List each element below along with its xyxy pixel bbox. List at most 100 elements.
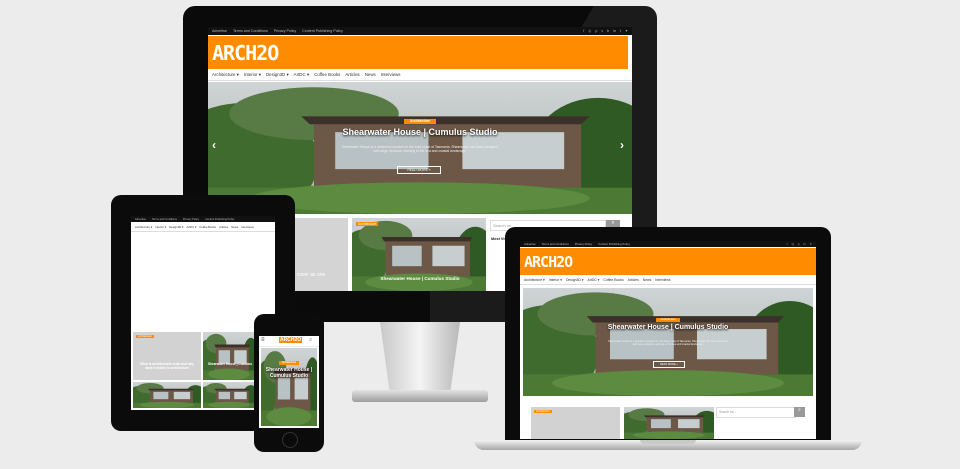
social-icons: f ◎ p v b in t ✦ [583,29,628,33]
tablet-nav: Architecture ▾ Interior ▾ Design3D ▾ Art… [131,223,275,232]
nav-architecture[interactable]: Architecture ▾ [212,72,239,78]
laptop-search-input[interactable]: Search for... [716,407,796,418]
tablet-nav-articles[interactable]: Articles [219,225,228,229]
nav-artdc[interactable]: ArtDC ▾ [294,72,309,78]
hero-read-more-button[interactable]: READ MORE » [397,166,441,174]
behance-icon[interactable]: b [607,29,609,33]
tablet-post-card-3[interactable] [133,382,201,408]
phone-site-logo[interactable]: ARCH2O [279,337,303,343]
tablet-nav-news[interactable]: News [231,225,238,229]
linkedin-icon[interactable]: in [613,29,616,33]
post-card-second-title[interactable]: Shearwater House | Cumulus Studio [370,276,470,281]
nav-news[interactable]: News [365,72,376,77]
nav-interior[interactable]: Interior ▾ [244,72,261,78]
nav-articles[interactable]: Articles [345,72,359,77]
laptop-nav-design3d[interactable]: Design3D ▾ [566,278,584,282]
laptop-search-button[interactable]: ⌕ [794,407,805,417]
laptop-social-icons: f ◎ p in ✦ [787,242,812,246]
laptop-topbar-link-advertise[interactable]: Advertise [524,242,536,246]
laptop-post-card-2[interactable] [624,407,714,439]
phone-hero-category-badge[interactable]: Architecture [279,361,299,365]
laptop-nav-architecture[interactable]: Architecture ▾ [524,278,545,282]
laptop-nav-artdc[interactable]: ArtDC ▾ [588,278,600,282]
nav-interviews[interactable]: Interviews [381,72,401,77]
top-bar: Advertise Terms and Conditions Privacy P… [208,27,632,35]
laptop-nav-coffee-books[interactable]: Coffee Books [603,278,623,282]
laptop-nav-news[interactable]: News [643,278,651,282]
hamburger-menu-icon[interactable]: ≡ [261,337,265,343]
laptop-post-card-2-image [624,407,714,439]
tablet-post-card-2[interactable]: Shearwater House | Cumulus [203,332,255,380]
laptop-instagram-icon[interactable]: ◎ [791,242,793,246]
post-card-second[interactable]: Architecture Shearwater House | Cumulus … [352,218,486,291]
laptop-hero-slider[interactable]: Architecture Shearwater House | Cumulus … [523,288,813,396]
phone-hero-image [261,348,317,426]
hero-title[interactable]: Shearwater House | Cumulus Studio [318,127,522,137]
topbar-link-advertise[interactable]: Advertise [212,29,227,33]
laptop-nav: Architecture ▾ Interior ▾ Design3D ▾ Art… [520,275,816,285]
laptop-nav-articles[interactable]: Articles [628,278,639,282]
main-nav: Architecture ▾ Interior ▾ Design3D ▾ Art… [208,69,632,81]
tumblr-icon[interactable]: t [620,29,621,33]
tablet-nav-artdc[interactable]: ArtDC ▾ [186,225,196,229]
laptop-linkedin-icon[interactable]: in [803,242,805,246]
slider-prev-arrow[interactable]: ‹ [212,138,216,152]
laptop-hero-category-badge[interactable]: Architecture [656,318,680,322]
tablet-topbar-link-privacy[interactable]: Privacy Policy [183,218,199,221]
laptop-notch [640,440,696,444]
desktop-monitor-stand [380,322,460,394]
tablet-post-card-1-title[interactable]: What is architectural scale and why does… [137,362,197,370]
tablet-post-card-1-category[interactable]: Architecture [136,335,154,338]
vimeo-icon[interactable]: v [601,29,603,33]
tablet-post-card-2-image [203,332,255,380]
phone-screen: ≡ ARCH2O ⌕ Architecture Shearwater House… [259,336,319,428]
laptop-topbar-link-privacy[interactable]: Privacy Policy [575,242,592,246]
post-card-second-category[interactable]: Architecture [356,222,379,226]
laptop-post-card-1[interactable]: Architecture [531,407,620,439]
laptop-site-logo[interactable]: ARCH2O [520,248,816,275]
laptop-nav-interviews[interactable]: Interviews [655,278,670,282]
tablet-post-card-1[interactable]: Architecture What is architectural scale… [133,332,201,380]
laptop-topbar-link-terms[interactable]: Terms and Conditions [542,242,569,246]
tablet-topbar-link-advertise[interactable]: Advertise [135,218,146,221]
twitter-icon[interactable]: ✦ [625,29,628,33]
pinterest-icon[interactable]: p [595,29,597,33]
nav-design3d[interactable]: Design3D ▾ [266,72,289,78]
nav-coffee-books[interactable]: Coffee Books [314,72,340,77]
laptop-hero-excerpt: Shearwater House is a residence located … [608,340,728,347]
phone-hero[interactable]: Architecture Shearwater House | Cumulus … [261,348,317,426]
tablet-post-card-2-title[interactable]: Shearwater House | Cumulus [205,362,255,366]
tablet-top-bar: Advertise Terms and Conditions Privacy P… [131,216,275,222]
laptop-top-bar: Advertise Terms and Conditions Privacy P… [520,241,816,247]
laptop-twitter-icon[interactable]: ✦ [810,242,812,246]
hero-category-badge[interactable]: Architecture [404,119,436,124]
tablet-post-card-4-image [203,382,255,408]
phone-hero-title[interactable]: Shearwater House | Cumulus Studio [265,367,313,379]
hero-excerpt: Shearwater House is a residence located … [341,145,499,154]
laptop-post-card-1-category[interactable]: Architecture [534,410,552,413]
laptop-screen: Advertise Terms and Conditions Privacy P… [520,241,816,439]
laptop-topbar-link-content[interactable]: Content Publishing Policy [598,242,630,246]
tablet-nav-design3d[interactable]: Design3D ▾ [169,225,183,229]
laptop-facebook-icon[interactable]: f [787,242,788,246]
tablet-nav-interviews[interactable]: Interviews [241,225,254,229]
tablet-nav-architecture[interactable]: Architecture ▾ [135,225,152,229]
laptop-nav-interior[interactable]: Interior ▾ [549,278,562,282]
laptop-hero-title[interactable]: Shearwater House | Cumulus Studio [578,324,758,331]
laptop-pinterest-icon[interactable]: p [798,242,800,246]
topbar-link-privacy[interactable]: Privacy Policy [274,29,296,33]
site-logo[interactable]: ARCH2O [208,36,628,69]
topbar-link-content[interactable]: Content Publishing Policy [302,29,343,33]
phone-search-icon[interactable]: ⌕ [309,337,312,344]
topbar-link-terms[interactable]: Terms and Conditions [233,29,268,33]
tablet-nav-interior[interactable]: Interior ▾ [155,225,166,229]
slider-next-arrow[interactable]: › [620,138,624,152]
tablet-topbar-link-content[interactable]: Content Publishing Policy [205,218,234,221]
tablet-topbar-link-terms[interactable]: Terms and Conditions [152,218,177,221]
instagram-icon[interactable]: ◎ [588,29,591,33]
facebook-icon[interactable]: f [583,29,584,33]
phone-home-button [282,432,298,448]
tablet-nav-coffee-books[interactable]: Coffee Books [199,225,216,229]
tablet-post-card-4[interactable] [203,382,255,408]
laptop-hero-read-more-button[interactable]: READ MORE » [653,361,685,368]
